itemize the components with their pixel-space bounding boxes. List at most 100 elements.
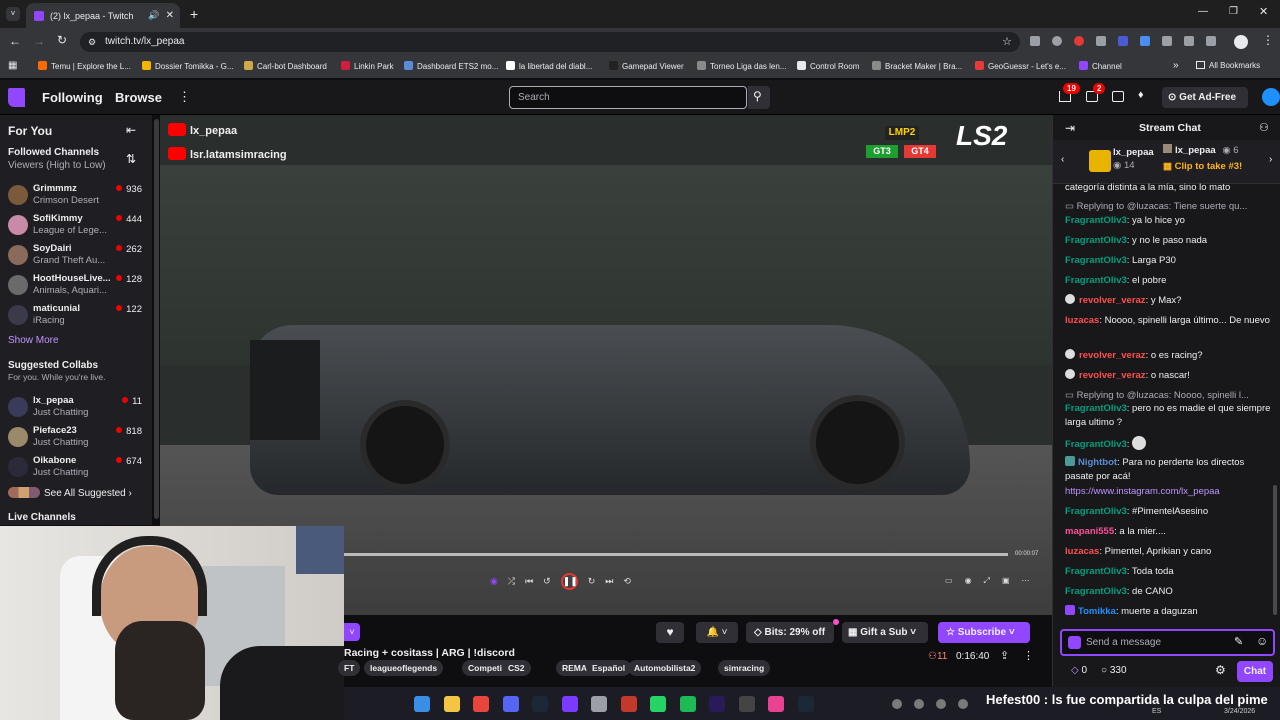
extension-icon[interactable] <box>1052 36 1062 46</box>
search-input[interactable]: Search <box>509 86 747 109</box>
stream-tag[interactable]: Español <box>586 660 632 676</box>
emote-icon[interactable]: ☺ <box>1256 634 1268 648</box>
stream-tag[interactable]: FT <box>338 660 361 676</box>
chat-input[interactable]: Send a message ✎ ☺ <box>1060 629 1275 656</box>
bookmark-item[interactable]: Control Room <box>797 61 859 71</box>
mute-bits-icon[interactable]: ✎ <box>1234 635 1243 648</box>
chat-username[interactable]: FragrantOliv3 <box>1065 255 1127 266</box>
chat-username[interactable]: FragrantOliv3 <box>1065 403 1127 414</box>
category-chevron-button[interactable]: ˅ <box>344 623 360 641</box>
bookmark-item[interactable]: Gamepad Viewer <box>609 61 684 71</box>
bookmarks-overflow-icon[interactable]: » <box>1173 60 1179 71</box>
browse-link[interactable]: Browse <box>115 90 162 105</box>
community-icon[interactable]: ⚇ <box>1259 121 1269 134</box>
steam-icon[interactable] <box>797 696 814 712</box>
followed-channel-item[interactable]: SofiKimmy League of Lege... 444 <box>8 211 148 241</box>
ghost-icon[interactable] <box>958 699 968 709</box>
bookmark-item[interactable]: Bracket Maker | Bra... <box>872 61 962 71</box>
bookmark-item[interactable]: Linkin Park <box>341 61 394 71</box>
bookmark-item[interactable]: Dashboard ETS2 mo... <box>404 61 498 71</box>
carousel-right-icon[interactable]: › <box>1269 154 1272 165</box>
obs-icon[interactable] <box>738 696 755 712</box>
chat-username[interactable]: FragrantOliv3 <box>1065 439 1127 450</box>
bookmark-star-icon[interactable]: ☆ <box>1002 32 1012 52</box>
bookmark-item[interactable]: Temu | Explore the L... <box>38 61 131 71</box>
app-icon[interactable] <box>591 696 607 712</box>
whatsapp-icon[interactable] <box>892 699 902 709</box>
suggested-channel-item[interactable]: lx_pepaa Just Chatting 11 <box>8 393 148 423</box>
stream-tag[interactable]: Automobilista2 <box>628 660 702 676</box>
premiere-icon[interactable] <box>709 696 725 712</box>
reading-list-icon[interactable] <box>1184 36 1194 46</box>
chat-username[interactable]: FragrantOliv3 <box>1065 566 1127 577</box>
progress-bar[interactable] <box>344 553 1008 556</box>
bits-button[interactable]: ◇ Bits: 29% off <box>746 622 834 643</box>
forward-icon[interactable]: → <box>33 34 45 48</box>
twitch-logo-icon[interactable] <box>8 88 25 107</box>
collapse-chat-icon[interactable]: ⇥ <box>1065 121 1075 135</box>
chat-settings-icon[interactable]: ⚙ <box>1215 663 1226 677</box>
extension-icon[interactable] <box>1030 36 1040 46</box>
chat-username[interactable]: luzacas <box>1065 546 1099 557</box>
carousel-left-icon[interactable]: ‹ <box>1061 154 1064 165</box>
steam-icon[interactable] <box>532 696 548 712</box>
app-icon[interactable] <box>620 696 637 712</box>
get-ad-free-button[interactable]: ⊙ Get Ad-Free <box>1162 87 1248 108</box>
follow-heart-button[interactable]: ♥ <box>656 622 684 643</box>
bookmark-item[interactable]: Channel <box>1079 61 1122 71</box>
chat-username[interactable]: Tomikka <box>1078 606 1116 617</box>
all-bookmarks-button[interactable]: All Bookmarks <box>1196 61 1260 70</box>
collapse-sidebar-icon[interactable]: ⇤ <box>126 123 136 137</box>
apps-icon[interactable]: ▦ <box>8 60 17 71</box>
forward-icon[interactable]: ↻ <box>588 576 596 587</box>
repeat-icon[interactable]: ⟲ <box>623 576 631 587</box>
rewind-icon[interactable]: ↺ <box>543 576 551 587</box>
instagram-link[interactable]: https://www.instagram.com/lx_pepaa <box>1065 486 1220 497</box>
subtitles-icon[interactable]: ▭ <box>945 576 953 586</box>
chrome-icon[interactable] <box>473 696 489 712</box>
spotify-icon[interactable] <box>936 699 946 709</box>
crown-icon[interactable]: ♦ <box>1138 89 1144 101</box>
extension-icon[interactable] <box>1140 36 1150 46</box>
fullscreen-icon[interactable]: ⤢ <box>984 576 990 586</box>
browser-menu-icon[interactable]: ⋮ <box>1262 33 1274 47</box>
clock-date[interactable]: 3/24/2026 <box>1224 708 1255 715</box>
more-menu-icon[interactable]: ⋮ <box>178 89 191 105</box>
bookmark-item[interactable]: Torneo Liga das len... <box>697 61 787 71</box>
discord-icon[interactable] <box>502 696 519 712</box>
shuffle-icon[interactable]: ⤮ <box>508 576 515 587</box>
stream-tag[interactable]: CS2 <box>502 660 531 676</box>
spotify-icon[interactable] <box>679 696 696 712</box>
bookmark-item[interactable]: GeoGuessr - Let's e... <box>975 61 1066 71</box>
new-tab-button[interactable]: + <box>190 6 198 22</box>
extension-icon[interactable] <box>1074 36 1084 46</box>
bookmark-item[interactable]: la libertad del diabl... <box>506 61 592 71</box>
audio-icon[interactable]: 🔊 <box>148 10 159 21</box>
chat-username[interactable]: revolver_veraz <box>1079 370 1146 381</box>
stream-tag[interactable]: simracing <box>718 660 771 676</box>
volume-icon[interactable]: ◉ <box>965 576 972 586</box>
slack-icon[interactable] <box>561 696 578 712</box>
extension-overlay-icon[interactable]: ◉ <box>490 576 498 587</box>
user-avatar[interactable] <box>1262 88 1280 106</box>
app-icon[interactable] <box>768 696 784 712</box>
reload-icon[interactable]: ↻ <box>57 33 67 47</box>
chat-username[interactable]: revolver_veraz <box>1079 350 1146 361</box>
extensions-puzzle-icon[interactable] <box>1162 36 1172 46</box>
skip-forward-icon[interactable]: ⏭ <box>605 576 613 587</box>
channel-points[interactable]: ○ 330 <box>1101 665 1127 676</box>
chat-bubble-icon[interactable] <box>1112 91 1124 102</box>
extension-icon[interactable] <box>1118 36 1128 46</box>
chat-badge-icon[interactable] <box>1068 636 1081 649</box>
chat-username[interactable]: mapani555 <box>1065 526 1114 537</box>
tab-close-icon[interactable]: ✕ <box>166 10 174 21</box>
downloads-icon[interactable] <box>1206 36 1216 46</box>
skip-back-icon[interactable]: ⏮ <box>525 576 533 587</box>
followed-channel-item[interactable]: maticunial iRacing 122 <box>8 301 148 331</box>
file-explorer-icon[interactable] <box>443 696 460 712</box>
chat-username[interactable]: FragrantOliv3 <box>1065 215 1127 226</box>
subscribe-button[interactable]: ☆ Subscribe ˅ <box>938 622 1030 643</box>
chat-username[interactable]: FragrantOliv3 <box>1065 586 1127 597</box>
chat-username[interactable]: FragrantOliv3 <box>1065 235 1127 246</box>
sort-icon[interactable]: ⇅ <box>126 152 136 166</box>
